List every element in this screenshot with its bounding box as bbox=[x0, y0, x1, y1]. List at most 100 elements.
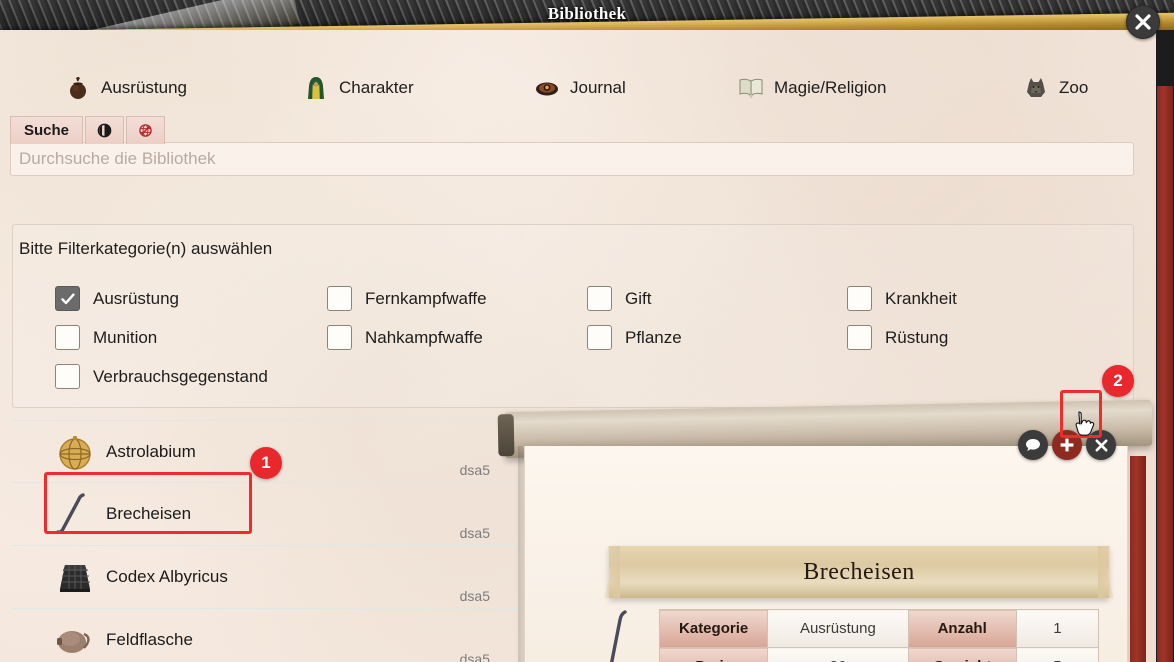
eye-icon bbox=[536, 82, 558, 96]
nav-item-ausruestung[interactable]: Ausrüstung bbox=[64, 74, 187, 102]
close-icon bbox=[1095, 439, 1107, 451]
search-input-placeholder: Durchsuche die Bibliothek bbox=[19, 149, 216, 168]
checkbox-gift[interactable] bbox=[587, 286, 612, 311]
filter-item-label: Rüstung bbox=[885, 327, 949, 347]
search-tab-suche[interactable]: Suche bbox=[10, 116, 84, 144]
filter-item-pflanze[interactable]: Pflanze bbox=[587, 318, 682, 357]
astrolabe-icon bbox=[44, 425, 106, 479]
table-row: Kategorie Ausrüstung Anzahl 1 bbox=[658, 609, 1100, 648]
nav-item-label: Journal bbox=[570, 78, 626, 97]
filter-item-label: Ausrüstung bbox=[93, 288, 179, 308]
filter-column-2: Fernkampfwaffe Nahkampfwaffe bbox=[327, 279, 487, 357]
stat-value-preis: 26 bbox=[767, 647, 909, 662]
search-tab-contrast[interactable] bbox=[85, 116, 125, 144]
filter-item-label: Krankheit bbox=[885, 288, 957, 308]
stat-key-kategorie: Kategorie bbox=[658, 609, 769, 648]
detail-add-button[interactable] bbox=[1052, 430, 1082, 460]
half-circle-icon bbox=[97, 123, 112, 138]
stat-key-preis: Preis bbox=[658, 647, 769, 662]
library-window: Bibliothek Ausrüstung Charakter Journal … bbox=[0, 0, 1174, 662]
canteen-icon bbox=[44, 613, 106, 662]
stat-value-gewicht: 5 bbox=[1015, 647, 1100, 662]
checkbox-ausruestung[interactable] bbox=[55, 286, 80, 311]
search-tab-no-globe[interactable] bbox=[126, 116, 166, 144]
stat-key-gewicht: Gewicht bbox=[907, 647, 1017, 662]
dark-book-icon bbox=[44, 550, 106, 604]
filter-item-nahkampfwaffe[interactable]: Nahkampfwaffe bbox=[327, 318, 487, 357]
filter-item-fernkampfwaffe[interactable]: Fernkampfwaffe bbox=[327, 279, 487, 318]
filter-item-gift[interactable]: Gift bbox=[587, 279, 682, 318]
nav-item-zoo[interactable]: Zoo bbox=[1022, 74, 1088, 102]
filter-item-munition[interactable]: Munition bbox=[55, 318, 268, 357]
nav-item-label: Magie/Religion bbox=[774, 78, 887, 97]
nav-item-charakter[interactable]: Charakter bbox=[302, 74, 414, 102]
detail-title: Brecheisen bbox=[803, 558, 915, 585]
filter-item-ruestung[interactable]: Rüstung bbox=[847, 318, 957, 357]
checkbox-ruestung[interactable] bbox=[847, 325, 872, 350]
check-icon bbox=[60, 292, 75, 304]
list-item-source: dsa5 bbox=[459, 462, 490, 478]
filter-panel: Bitte Filterkategorie(n) auswählen Ausrü… bbox=[12, 224, 1134, 408]
checkbox-nahkampfwaffe[interactable] bbox=[327, 325, 352, 350]
detail-chat-button[interactable] bbox=[1018, 430, 1048, 460]
filter-item-label: Verbrauchsgegenstand bbox=[93, 366, 268, 386]
checkbox-krankheit[interactable] bbox=[847, 286, 872, 311]
checkbox-verbrauchsgegenstand[interactable] bbox=[55, 364, 80, 389]
filter-item-krankheit[interactable]: Krankheit bbox=[847, 279, 957, 318]
filter-item-verbrauchsgegenstand[interactable]: Verbrauchsgegenstand bbox=[55, 357, 268, 396]
list-item-source: dsa5 bbox=[459, 651, 490, 662]
page-scrollbar-thumb[interactable] bbox=[1157, 86, 1173, 662]
window-close-button[interactable] bbox=[1126, 5, 1160, 39]
nav-item-label: Ausrüstung bbox=[101, 78, 187, 97]
filter-column-1: Ausrüstung Munition Verbrauchsgegenstand bbox=[55, 279, 268, 396]
checkbox-munition[interactable] bbox=[55, 325, 80, 350]
nav-item-label: Charakter bbox=[339, 78, 414, 97]
list-item-source: dsa5 bbox=[459, 525, 490, 541]
nav-item-journal[interactable]: Journal bbox=[533, 74, 626, 102]
filter-item-ausruestung[interactable]: Ausrüstung bbox=[55, 279, 268, 318]
filter-item-label: Nahkampfwaffe bbox=[365, 327, 483, 347]
crowbar-icon bbox=[44, 487, 106, 541]
close-icon bbox=[1135, 14, 1151, 30]
list-item-name: Astrolabium bbox=[106, 441, 196, 461]
detail-close-button[interactable] bbox=[1086, 430, 1116, 460]
plus-icon bbox=[1060, 438, 1074, 452]
filter-item-label: Gift bbox=[625, 288, 652, 308]
search-tab-label: Suche bbox=[24, 122, 70, 139]
filter-item-label: Munition bbox=[93, 327, 158, 347]
list-item-name: Brecheisen bbox=[106, 504, 192, 523]
checkbox-fernkampfwaffe[interactable] bbox=[327, 286, 352, 311]
open-book-icon bbox=[739, 78, 763, 99]
scroll-page: Brecheisen Kategorie Ausrüstung Anzahl 1 bbox=[518, 446, 1128, 662]
list-item-source: dsa5 bbox=[459, 588, 490, 604]
crowbar-icon bbox=[597, 608, 639, 662]
filter-item-label: Pflanze bbox=[625, 327, 682, 347]
main-nav: Ausrüstung Charakter Journal Magie/Relig… bbox=[0, 62, 1138, 114]
wolf-icon bbox=[1027, 78, 1045, 97]
filter-panel-title: Bitte Filterkategorie(n) auswählen bbox=[19, 239, 273, 258]
list-item-name: Feldflasche bbox=[106, 630, 193, 649]
search-input-wrapper[interactable]: Durchsuche die Bibliothek bbox=[10, 142, 1134, 176]
detail-scrollbar-thumb[interactable] bbox=[1130, 456, 1146, 662]
stat-value-kategorie: Ausrüstung bbox=[767, 609, 909, 648]
detail-button-group bbox=[1018, 430, 1116, 460]
no-globe-icon bbox=[139, 124, 152, 137]
detail-title-banner: Brecheisen bbox=[609, 546, 1109, 598]
pouch-icon bbox=[70, 77, 86, 99]
list-item-name: Codex Albyricus bbox=[106, 567, 228, 586]
nav-item-magie-religion[interactable]: Magie/Religion bbox=[737, 74, 886, 102]
filter-column-4: Krankheit Rüstung bbox=[847, 279, 957, 357]
detail-scrollbar[interactable] bbox=[1130, 456, 1146, 662]
stat-key-anzahl: Anzahl bbox=[907, 609, 1017, 648]
stat-value-anzahl: 1 bbox=[1015, 609, 1100, 648]
search-tabbar: Suche bbox=[10, 116, 167, 144]
annotation-badge-1: 1 bbox=[250, 447, 282, 479]
annotation-badge-2: 2 bbox=[1102, 365, 1134, 397]
detail-stats-table: Kategorie Ausrüstung Anzahl 1 Preis 26 G… bbox=[658, 609, 1100, 662]
page-scrollbar[interactable] bbox=[1156, 30, 1174, 662]
filter-column-3: Gift Pflanze bbox=[587, 279, 682, 357]
table-row: Preis 26 Gewicht 5 bbox=[658, 647, 1100, 662]
nav-item-label: Zoo bbox=[1059, 78, 1089, 97]
character-icon bbox=[308, 77, 324, 99]
checkbox-pflanze[interactable] bbox=[587, 325, 612, 350]
